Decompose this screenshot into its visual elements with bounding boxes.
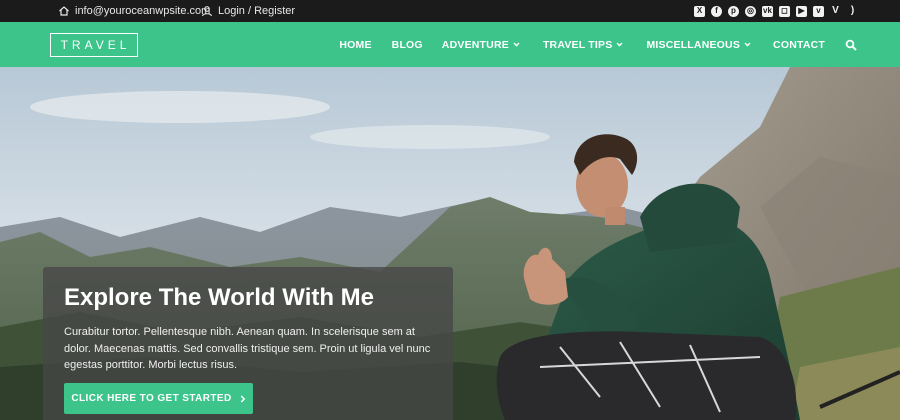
nav-item-label: HOME [339, 38, 372, 51]
vimeo-square-icon[interactable]: v [813, 5, 824, 17]
xing-icon[interactable]: X [694, 5, 705, 17]
chevron-down-icon [616, 41, 623, 48]
dribbble-icon[interactable]: ◎ [745, 5, 756, 17]
email-link[interactable]: info@youroceanwpsite.com [58, 0, 210, 22]
facebook-icon[interactable]: f [711, 5, 722, 17]
search-icon[interactable] [845, 39, 857, 51]
nav-item-home[interactable]: HOME [339, 39, 371, 51]
email-text: info@youroceanwpsite.com [75, 5, 211, 17]
youtube-icon[interactable]: ▶ [796, 5, 807, 17]
vine-icon[interactable]: V [830, 6, 841, 17]
chevron-right-icon [240, 394, 246, 403]
nav-item-contact[interactable]: CONTACT [773, 39, 825, 51]
login-register-link[interactable]: Login / Register [201, 0, 295, 22]
home-icon [58, 5, 70, 17]
social-links: X f p ◎ vk ◻ ▶ v V ) [694, 0, 858, 22]
rss-icon[interactable]: ) [847, 6, 858, 17]
vk-icon[interactable]: vk [762, 5, 773, 17]
chevron-down-icon [744, 41, 751, 48]
nav-item-label: BLOG [391, 38, 423, 51]
nav-item-travel-tips[interactable]: TRAVEL TIPS [543, 39, 624, 51]
nav-item-blog[interactable]: BLOG [392, 39, 423, 51]
hero-section: Explore The World With Me Curabitur tort… [0, 67, 900, 420]
nav-item-miscellaneous[interactable]: MISCELLANEOUS [646, 39, 751, 51]
pinterest-icon[interactable]: p [728, 5, 739, 17]
nav-item-label: ADVENTURE [441, 38, 509, 51]
nav-item-label: CONTACT [773, 38, 825, 51]
hero-title: Explore The World With Me [64, 284, 375, 311]
nav-item-label: TRAVEL TIPS [542, 38, 613, 51]
user-icon [201, 5, 213, 17]
chevron-down-icon [513, 41, 520, 48]
get-started-label: CLICK HERE TO GET STARTED [71, 393, 232, 404]
instagram-icon[interactable]: ◻ [779, 5, 790, 17]
hero-caption-panel: Explore The World With Me Curabitur tort… [43, 267, 453, 420]
login-text: Login / Register [218, 5, 296, 17]
get-started-button[interactable]: CLICK HERE TO GET STARTED [64, 383, 253, 414]
top-bar: info@youroceanwpsite.com Login / Registe… [0, 0, 900, 22]
hero-description: Curabitur tortor. Pellentesque nibh. Aen… [64, 326, 431, 371]
main-menu: HOME BLOG ADVENTURE TRAVEL TIPS MISCELLA… [339, 22, 900, 67]
nav-item-adventure[interactable]: ADVENTURE [442, 39, 520, 51]
nav-item-label: MISCELLANEOUS [646, 38, 741, 51]
main-navigation: TRAVEL HOME BLOG ADVENTURE TRAVEL TIPS M… [0, 22, 900, 67]
site-logo[interactable]: TRAVEL [50, 33, 138, 57]
